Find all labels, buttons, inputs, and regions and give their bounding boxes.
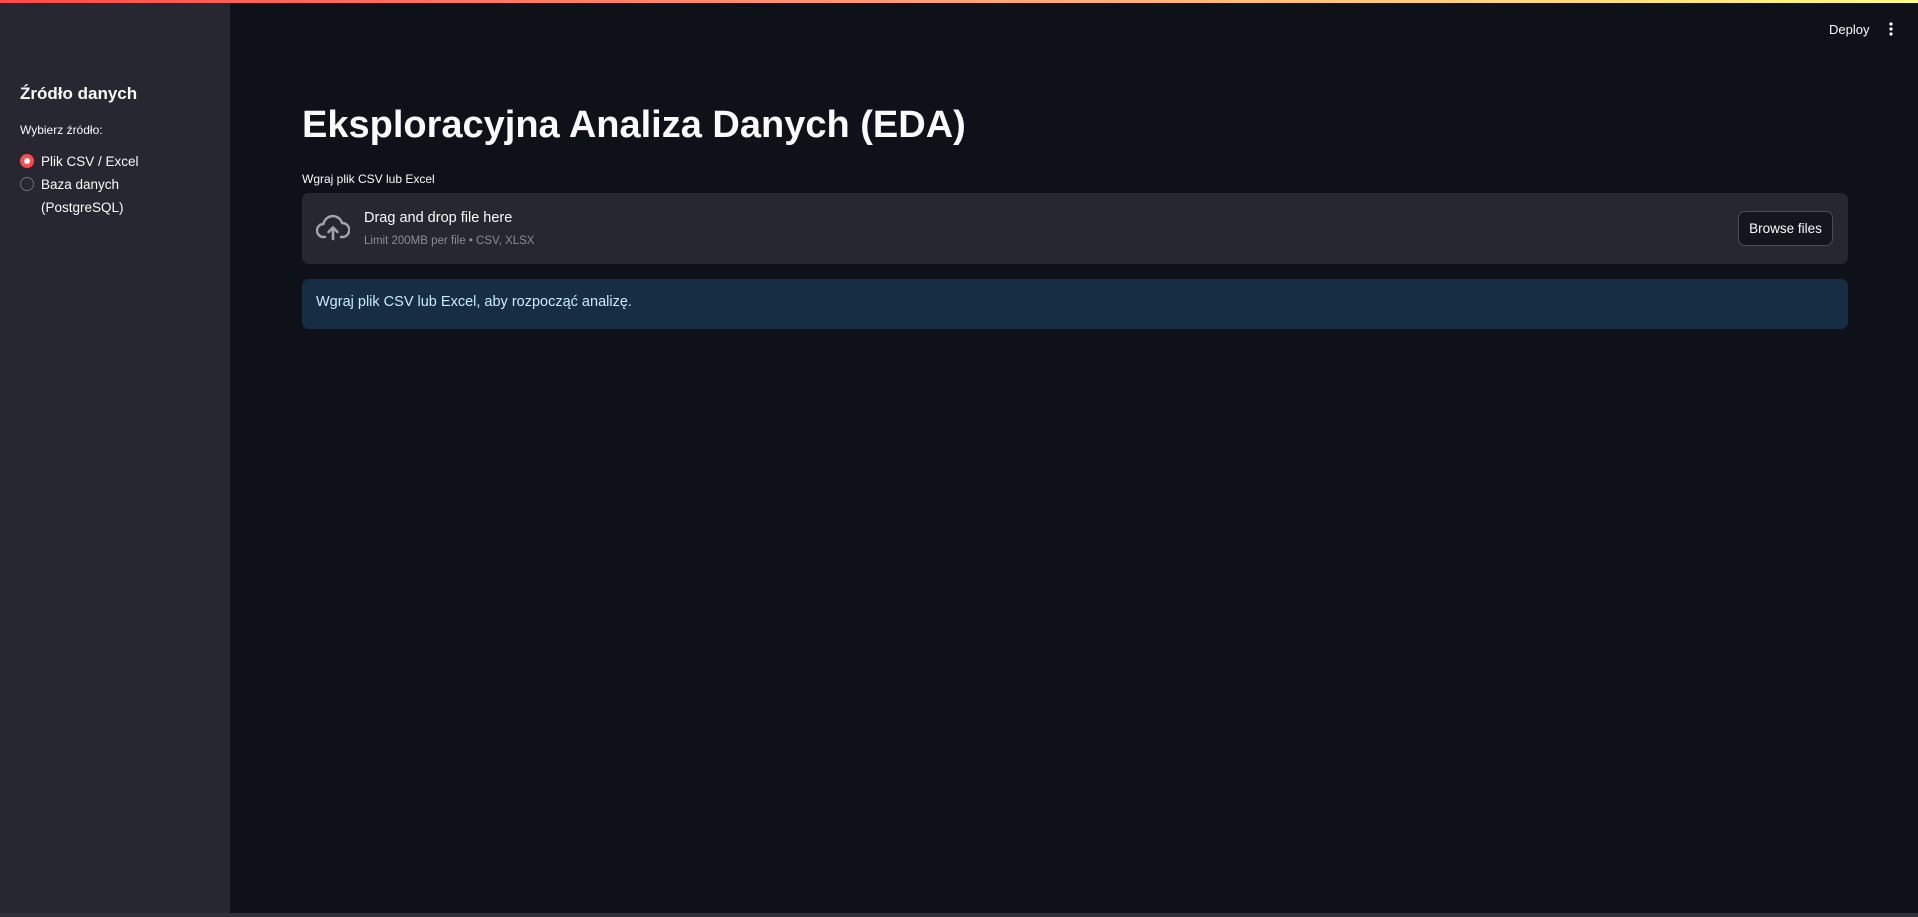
sidebar: Źródło danych Wybierz źródło: Plik CSV /…: [0, 0, 230, 913]
file-uploader-label: Wgraj plik CSV lub Excel: [302, 172, 435, 186]
radio-option-label: Plik CSV / Excel: [41, 154, 139, 169]
sidebar-title: Źródło danych: [20, 84, 138, 103]
bottom-border: [0, 913, 1918, 917]
info-alert: Wgraj plik CSV lub Excel, aby rozpocząć …: [302, 279, 1848, 329]
file-dropzone[interactable]: Drag and drop file here Limit 200MB per …: [302, 193, 1848, 264]
top-decoration-stripe: [0, 0, 1918, 3]
radio-unselected-icon[interactable]: [20, 177, 34, 191]
info-message: Wgraj plik CSV lub Excel, aby rozpocząć …: [316, 294, 632, 310]
app-window: Źródło danych Wybierz źródło: Plik CSV /…: [0, 0, 1918, 917]
browse-files-button[interactable]: Browse files: [1738, 211, 1833, 246]
kebab-menu-icon[interactable]: [1883, 20, 1899, 38]
source-radio-label: Wybierz źródło:: [20, 123, 103, 137]
upload-limit-text: Limit 200MB per file • CSV, XLSX: [364, 235, 535, 247]
radio-option-csv-excel[interactable]: Plik CSV / Excel: [20, 152, 151, 173]
deploy-button[interactable]: Deploy: [1823, 20, 1875, 39]
radio-option-label: Baza danych (PostgreSQL): [41, 177, 124, 215]
radio-option-database[interactable]: Baza danych (PostgreSQL): [20, 175, 151, 219]
radio-selected-icon[interactable]: [20, 154, 34, 168]
dropzone-instructions: Drag and drop file here: [364, 210, 513, 226]
page-title: Eksploracyjna Analiza Danych (EDA): [302, 104, 966, 146]
cloud-upload-icon: [315, 213, 351, 243]
